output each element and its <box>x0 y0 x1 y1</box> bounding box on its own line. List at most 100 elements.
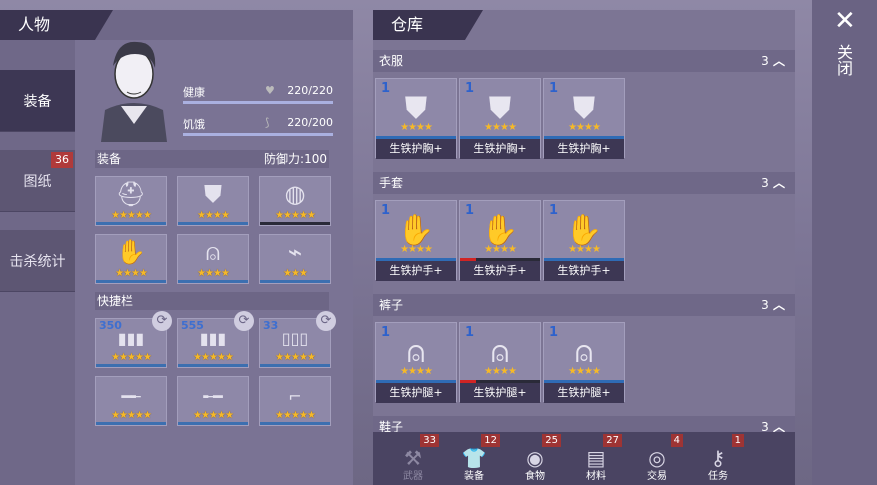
chevron-up-icon[interactable]: ︿ <box>769 54 785 68</box>
quick-slot[interactable]: ▮▮▮ 555 ⟳ ★★★★★ <box>177 311 254 368</box>
storage-item[interactable]: 1 ⍝ ★★★★ 生铁护腿+ <box>375 322 457 403</box>
tab-badge: 27 <box>603 434 622 447</box>
health-label: 健康 <box>183 86 205 99</box>
chest-armor-icon: ⛊ <box>404 91 428 126</box>
quick-slot[interactable]: ╾━ ★★★★★ <box>177 376 249 426</box>
star-rating: ★★★★★ <box>275 410 316 421</box>
rarity-strip <box>260 222 330 225</box>
storage-item[interactable]: 1 ✋ ★★★★ 生铁护手+ <box>375 200 457 281</box>
item-count: 1 <box>465 203 475 218</box>
item-name: 生铁护腿+ <box>544 383 624 403</box>
quickbar-header: 快捷栏 <box>95 292 329 310</box>
star-rating: ★★★★ <box>568 122 601 133</box>
item-count: 350 <box>99 319 122 332</box>
stomach-icon: ⟆ <box>265 116 270 129</box>
rarity-strip <box>178 422 248 425</box>
item-count: 33 <box>263 319 279 332</box>
tab-badge: 4 <box>670 434 683 447</box>
category-tab[interactable]: ▤ 27 材料 <box>566 432 626 485</box>
storage-item[interactable]: 1 ⍝ ★★★★ 生铁护腿+ <box>459 322 541 403</box>
item-count: 1 <box>465 81 475 96</box>
category-name: 衣服 <box>379 54 404 68</box>
star-rating: ★★★★ <box>115 268 148 279</box>
tab-label: 任务 <box>708 471 728 482</box>
storage-item[interactable]: 1 ✋ ★★★★ 生铁护手+ <box>543 200 625 281</box>
pants-icon: ⍝ <box>407 335 425 370</box>
character-area: 健康 ♥ 220/220 饥饿 ⟆ 220/200 装备 防御力:100 ⛑ ★★… <box>75 40 353 485</box>
category-tab[interactable]: ◉ 25 食物 <box>505 432 565 485</box>
star-rating: ★★★★★ <box>193 410 234 421</box>
tab-label: 交易 <box>647 471 667 482</box>
chest-armor-icon: ⛊ <box>572 91 596 126</box>
tab-kill-stats[interactable]: 击杀统计 <box>0 230 75 292</box>
tab-blueprints[interactable]: 图纸 36 <box>0 150 75 212</box>
storage-item[interactable]: 1 ✋ ★★★★ 生铁护手+ <box>459 200 541 281</box>
hunger-stat: 饥饿 ⟆ 220/200 <box>183 116 333 136</box>
equip-slot[interactable]: ◍ ★★★★★ <box>259 176 331 226</box>
category-tab[interactable]: ◎ 4 交易 <box>627 432 687 485</box>
refresh-icon[interactable]: ⟳ <box>234 311 254 331</box>
equip-slot[interactable]: ⛑ ★★★★★ <box>95 176 167 226</box>
storage-title-text: 仓库 <box>391 15 424 34</box>
tab-blueprints-label: 图纸 <box>23 173 52 190</box>
equip-slot[interactable]: ⛊ ★★★★ <box>177 176 249 226</box>
item-name: 生铁护胸+ <box>376 139 456 159</box>
storage-item[interactable]: 1 ⛊ ★★★★ 生铁护胸+ <box>543 78 625 159</box>
star-rating: ★★★★ <box>484 366 517 377</box>
close-strip[interactable]: ✕ 关闭 <box>812 0 877 485</box>
category-tab[interactable]: ⚷ 1 任务 <box>688 432 748 485</box>
character-panel-title: 人物 <box>0 10 113 40</box>
hunger-label: 饥饿 <box>183 118 205 131</box>
shells-icon: ▯▯▯ <box>281 329 309 348</box>
shotgun-icon: ╾━ <box>203 387 223 406</box>
close-x-icon[interactable]: ✕ <box>834 8 856 34</box>
star-rating: ★★★★ <box>400 244 433 255</box>
category-header[interactable]: 衣服 3 ︿ <box>373 50 795 72</box>
category-header[interactable]: 裤子 3 ︿ <box>373 294 795 316</box>
refresh-icon[interactable]: ⟳ <box>316 311 336 331</box>
category-count: 3 ︿ <box>761 172 785 194</box>
defense-label: 防御力: <box>264 152 305 166</box>
category-tab[interactable]: 👕 12 装备 <box>444 432 504 485</box>
star-rating: ★★★★ <box>400 366 433 377</box>
character-tabs: 装备 图纸 36 击杀统计 <box>0 70 75 300</box>
category-tab[interactable]: ⚒ 33 武器 <box>383 432 443 485</box>
equip-slot[interactable]: ⌁ ★★★ <box>259 234 331 284</box>
equip-label: 装备 <box>97 152 122 166</box>
refresh-icon[interactable]: ⟳ <box>152 311 172 331</box>
star-rating: ★★★★★ <box>111 210 152 221</box>
storage-item[interactable]: 1 ⛊ ★★★★ 生铁护胸+ <box>459 78 541 159</box>
blueprints-badge: 36 <box>51 152 73 168</box>
category-count-value: 3 <box>761 54 769 68</box>
chest-armor-icon: ⛊ <box>204 180 222 208</box>
star-rating: ★★★★ <box>484 122 517 133</box>
storage-panel-title: 仓库 <box>373 10 483 40</box>
close-label[interactable]: 关闭 <box>834 44 853 76</box>
chevron-up-icon[interactable]: ︿ <box>769 176 785 190</box>
pants-icon: ⍝ <box>205 238 221 266</box>
item-name: 生铁护腿+ <box>460 383 540 403</box>
storage-item[interactable]: 1 ⛊ ★★★★ 生铁护胸+ <box>375 78 457 159</box>
tab-equipment[interactable]: 装备 <box>0 70 75 132</box>
rarity-strip <box>178 364 248 367</box>
quick-slot[interactable]: ▯▯▯ 33 ⟳ ★★★★★ <box>259 311 336 368</box>
star-rating: ★★★★ <box>484 244 517 255</box>
quick-slot[interactable]: ━╾ ★★★★★ <box>95 376 167 426</box>
equip-slot[interactable]: ⍝ ★★★★ <box>177 234 249 284</box>
star-rating: ★★★★ <box>197 210 230 221</box>
chevron-up-icon[interactable]: ︿ <box>769 298 785 312</box>
rarity-strip <box>260 364 330 367</box>
equip-slot[interactable]: ✋ ★★★★ <box>95 234 167 284</box>
chest-armor-icon: ⛊ <box>488 91 512 126</box>
item-count: 1 <box>381 81 391 96</box>
star-rating: ★★★★★ <box>111 352 152 363</box>
pants-icon: ⍝ <box>575 335 593 370</box>
quick-slot[interactable]: ▮▮▮ 350 ⟳ ★★★★★ <box>95 311 172 368</box>
helmet-icon: ⛑ <box>115 180 147 208</box>
gloves-icon: ✋ <box>481 213 519 248</box>
quick-slot[interactable]: ⌐ ★★★★★ <box>259 376 331 426</box>
category-header[interactable]: 手套 3 ︿ <box>373 172 795 194</box>
storage-item[interactable]: 1 ⍝ ★★★★ 生铁护腿+ <box>543 322 625 403</box>
rarity-strip <box>96 280 166 283</box>
rarity-strip <box>96 422 166 425</box>
